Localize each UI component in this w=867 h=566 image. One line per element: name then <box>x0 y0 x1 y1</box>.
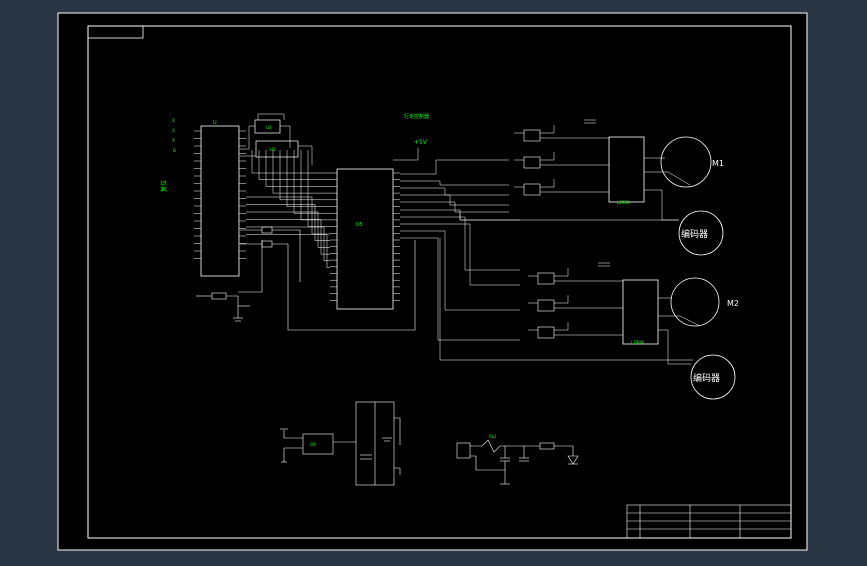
drawing-viewport: U X X X D 复位 U2 U3 U5 +5V 行走控制器 L298N M1… <box>0 0 867 562</box>
svg-text:L298N: L298N <box>617 200 630 205</box>
svg-text:U2: U2 <box>266 125 272 130</box>
encoder-1-label: 编码器 <box>681 228 708 240</box>
svg-text:X: X <box>172 138 175 143</box>
schematic-drawing: U X X X D 复位 U2 U3 U5 +5V 行走控制器 L298N M1… <box>57 12 808 551</box>
svg-text:X: X <box>172 128 175 133</box>
svg-text:Ra1: Ra1 <box>489 434 497 439</box>
encoder-2-label: 编码器 <box>693 372 720 384</box>
motor-2-label: M2 <box>727 299 739 308</box>
svg-text:D: D <box>173 148 176 153</box>
motor-1-label: M1 <box>712 159 724 168</box>
xtal-label: X <box>172 118 175 123</box>
power-label: +5V <box>414 139 428 146</box>
svg-text:U4: U4 <box>310 442 316 447</box>
drawing-sheet <box>57 12 808 551</box>
svg-text:复位: 复位 <box>160 180 168 192</box>
svg-text:U5: U5 <box>356 222 363 228</box>
svg-text:U: U <box>213 120 217 126</box>
svg-text:L298N: L298N <box>631 340 644 345</box>
section-note: 行走控制器 <box>404 113 429 120</box>
